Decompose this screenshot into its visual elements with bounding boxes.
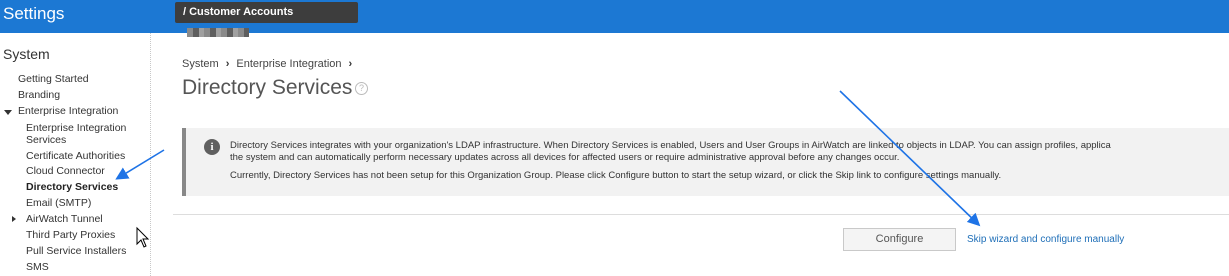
breadcrumb: System › Enterprise Integration ›	[182, 58, 359, 70]
info-text-line-1: Directory Services integrates with your …	[230, 140, 1111, 151]
info-icon: i	[204, 139, 220, 155]
breadcrumb-item-enterprise-integration[interactable]: Enterprise Integration	[236, 58, 341, 70]
sidebar-item-getting-started[interactable]: Getting Started	[18, 73, 89, 85]
info-text-line-2: the system and can automatically perform…	[230, 152, 900, 163]
org-path-label: / Customer Accounts	[183, 6, 294, 18]
redacted-org-name	[187, 28, 249, 37]
sidebar-item-pull-service-installers[interactable]: Pull Service Installers	[26, 245, 126, 257]
sidebar-item-directory-services[interactable]: Directory Services	[26, 181, 118, 193]
configure-button[interactable]: Configure	[843, 228, 956, 251]
info-banner: i Directory Services integrates with you…	[182, 128, 1229, 196]
top-header: Settings / Customer Accounts	[0, 0, 1229, 37]
sidebar-item-email-smtp[interactable]: Email (SMTP)	[26, 197, 91, 209]
sidebar-item-airwatch-tunnel[interactable]: AirWatch Tunnel	[26, 213, 103, 225]
caret-right-icon[interactable]	[12, 216, 16, 222]
breadcrumb-item-system[interactable]: System	[182, 58, 219, 70]
sidebar-item-branding[interactable]: Branding	[18, 89, 60, 101]
info-text-line-3: Currently, Directory Services has not be…	[230, 170, 1002, 181]
help-icon[interactable]: ?	[355, 82, 368, 95]
page-title: Directory Services	[182, 76, 353, 99]
sidebar-heading: System	[3, 46, 50, 62]
sidebar-item-enterprise-integration-services-line2[interactable]: Services	[26, 134, 66, 146]
sidebar-item-certificate-authorities[interactable]: Certificate Authorities	[26, 150, 125, 162]
sidebar-item-enterprise-integration-services-line1[interactable]: Enterprise Integration	[26, 122, 126, 134]
organization-group-selector[interactable]: / Customer Accounts	[175, 2, 358, 37]
skip-wizard-link[interactable]: Skip wizard and configure manually	[967, 234, 1124, 245]
sidebar-item-third-party-proxies[interactable]: Third Party Proxies	[26, 229, 115, 241]
section-divider	[173, 214, 1229, 215]
sidebar-item-enterprise-integration[interactable]: Enterprise Integration	[18, 105, 118, 117]
sidebar-item-cloud-connector[interactable]: Cloud Connector	[26, 165, 105, 177]
chevron-right-icon: ›	[225, 58, 230, 70]
settings-sidebar: System Getting Started Branding Enterpri…	[0, 33, 151, 276]
chevron-right-icon: ›	[348, 58, 353, 70]
app-title: Settings	[3, 4, 65, 23]
sidebar-item-sms[interactable]: SMS	[26, 261, 49, 273]
caret-down-icon[interactable]	[4, 110, 12, 115]
